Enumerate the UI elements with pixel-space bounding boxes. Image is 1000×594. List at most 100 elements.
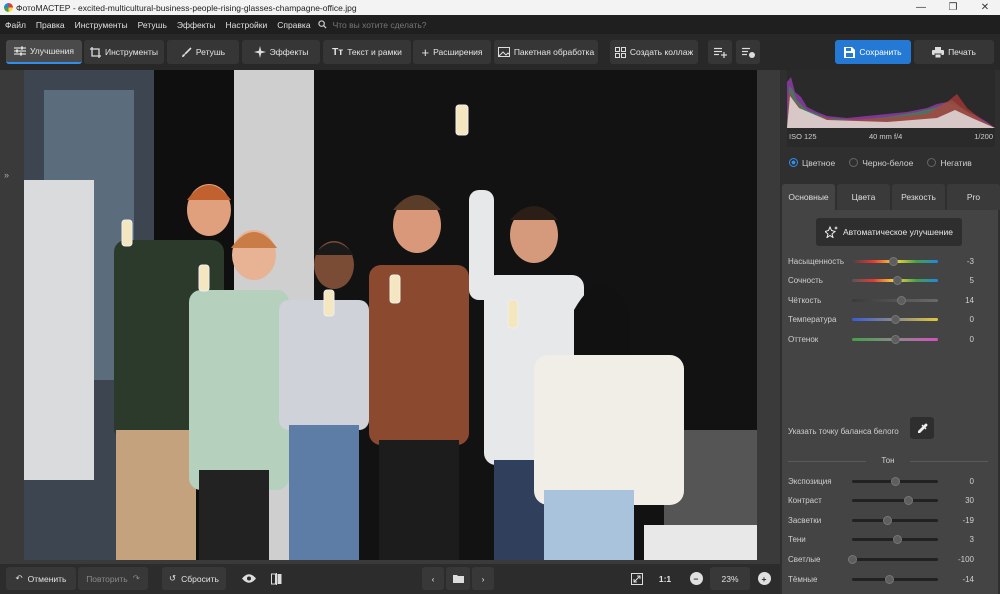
add-preset-button[interactable] — [708, 40, 732, 64]
slider-value[interactable]: 30 — [944, 496, 974, 505]
crop-icon — [89, 46, 101, 58]
print-button[interactable]: Печать — [914, 40, 994, 64]
slider-value[interactable]: 0 — [944, 477, 974, 486]
chevron-right-icon: › — [481, 573, 485, 584]
slider-value[interactable]: -100 — [944, 555, 974, 564]
prev-image-button[interactable]: ‹ — [422, 567, 444, 590]
fit-screen-button[interactable] — [625, 567, 649, 590]
slider-label: Светлые — [788, 554, 821, 564]
slider-knob[interactable] — [891, 334, 900, 344]
slider-knob[interactable] — [848, 554, 857, 564]
slider-knob[interactable] — [903, 496, 913, 506]
zoom-out-button[interactable]: − — [684, 567, 708, 590]
mode-color[interactable]: Цветное — [789, 158, 835, 168]
zoom-level[interactable]: 23% — [710, 567, 750, 590]
tab-pro[interactable]: Pro — [947, 184, 1000, 210]
tab-tools[interactable]: Инструменты — [84, 40, 164, 64]
create-collage-button[interactable]: Создать коллаж — [610, 40, 698, 64]
tab-effects[interactable]: Эффекты — [242, 40, 320, 64]
menu-tools[interactable]: Инструменты — [70, 20, 133, 30]
tab-sharpness[interactable]: Резкость — [892, 184, 945, 210]
tab-text-frames[interactable]: Tт Текст и рамки — [323, 40, 411, 64]
tab-extensions[interactable]: + Расширения — [413, 40, 491, 64]
slider-knob[interactable] — [897, 295, 907, 305]
slider-track[interactable] — [852, 334, 938, 344]
menu-search[interactable]: Что вы хотите сделать? — [317, 20, 427, 30]
slider-value[interactable]: 0 — [944, 315, 974, 324]
redo-button[interactable]: Повторить ↷ — [78, 567, 148, 590]
slider-value[interactable]: 3 — [944, 535, 974, 544]
slider-track[interactable] — [852, 496, 938, 506]
slider-value[interactable]: -19 — [944, 516, 974, 525]
slider-track[interactable] — [852, 276, 938, 286]
eyedropper-button[interactable] — [910, 417, 934, 439]
slider-value[interactable]: -3 — [944, 257, 974, 266]
tab-extensions-label: Расширения — [433, 47, 483, 57]
photo-preview[interactable] — [24, 70, 757, 560]
slider-track[interactable] — [852, 256, 938, 266]
compare-button[interactable] — [264, 567, 288, 590]
white-balance-row: Указать точку баланса белого — [788, 417, 988, 439]
restore-icon[interactable]: ❐ — [938, 0, 968, 15]
plus-circle-icon: + — [757, 572, 771, 585]
menu-effects[interactable]: Эффекты — [172, 20, 221, 30]
slider-knob[interactable] — [889, 256, 899, 266]
slider-row: Чёткость 14 — [788, 293, 988, 307]
slider-knob[interactable] — [892, 535, 902, 545]
slider-value[interactable]: 0 — [944, 335, 974, 344]
reset-button[interactable]: ↺ Сбросить — [162, 567, 226, 590]
mode-negative[interactable]: Негатив — [927, 158, 972, 168]
tab-retouch[interactable]: Ретушь — [167, 40, 239, 64]
next-image-button[interactable]: › — [472, 567, 494, 590]
slider-row: Тёмные -14 — [788, 572, 988, 586]
close-icon[interactable]: ✕ — [970, 0, 1000, 15]
auto-enhance-button[interactable]: Автоматическое улучшение — [816, 218, 962, 246]
undo-icon: ↶ — [15, 573, 23, 583]
slider-track[interactable] — [852, 535, 938, 545]
tab-basic[interactable]: Основные — [782, 184, 835, 210]
slider-knob[interactable] — [884, 574, 894, 584]
batch-processing-button[interactable]: Пакетная обработка — [494, 40, 598, 64]
slider-knob[interactable] — [883, 515, 893, 525]
expand-panel-icon[interactable]: » — [4, 170, 16, 182]
slider-value[interactable]: 5 — [944, 276, 974, 285]
menu-file[interactable]: Файл — [0, 20, 31, 30]
slider-row: Сочность 5 — [788, 274, 988, 288]
slider-knob[interactable] — [892, 276, 902, 286]
slider-track[interactable] — [852, 515, 938, 525]
radio-icon — [849, 158, 859, 167]
slider-track[interactable] — [852, 476, 938, 486]
slider-knob[interactable] — [891, 476, 900, 486]
save-button[interactable]: Сохранить — [835, 40, 911, 64]
minimize-icon[interactable]: — — [906, 0, 936, 15]
slider-track[interactable] — [852, 295, 938, 305]
zoom-in-button[interactable]: + — [752, 567, 776, 590]
presets-info-button[interactable] — [736, 40, 760, 64]
mode-negative-label: Негатив — [940, 158, 972, 168]
slider-knob[interactable] — [891, 315, 900, 325]
tab-enhancements[interactable]: Улучшения — [6, 40, 82, 64]
menu-edit[interactable]: Правка — [31, 20, 70, 30]
menu-settings[interactable]: Настройки — [221, 20, 273, 30]
menu-retouch[interactable]: Ретушь — [133, 20, 172, 30]
image-stack-icon — [497, 47, 510, 57]
actual-size-button[interactable]: 1:1 — [652, 567, 678, 590]
main-toolbar: Улучшения Инструменты Ретушь Эффекты Tт … — [0, 34, 1000, 70]
preview-toggle-button[interactable] — [237, 567, 261, 590]
tab-pro-label: Pro — [966, 192, 981, 202]
tab-colors[interactable]: Цвета — [837, 184, 890, 210]
menu-help[interactable]: Справка — [272, 20, 315, 30]
mode-bw[interactable]: Черно-белое — [849, 158, 913, 168]
slider-track[interactable] — [848, 554, 938, 564]
tab-text-frames-label: Текст и рамки — [347, 47, 402, 57]
slider-value[interactable]: 14 — [944, 296, 974, 305]
undo-button[interactable]: ↶ Отменить — [6, 567, 76, 590]
redo-icon: ↷ — [132, 573, 140, 583]
slider-track[interactable] — [852, 315, 938, 325]
slider-value[interactable]: -14 — [944, 575, 974, 584]
open-folder-button[interactable] — [446, 567, 470, 590]
create-collage-label: Создать коллаж — [629, 47, 694, 57]
tab-retouch-label: Ретушь — [195, 47, 226, 57]
slider-track[interactable] — [852, 574, 938, 584]
mode-bw-label: Черно-белое — [862, 158, 914, 168]
